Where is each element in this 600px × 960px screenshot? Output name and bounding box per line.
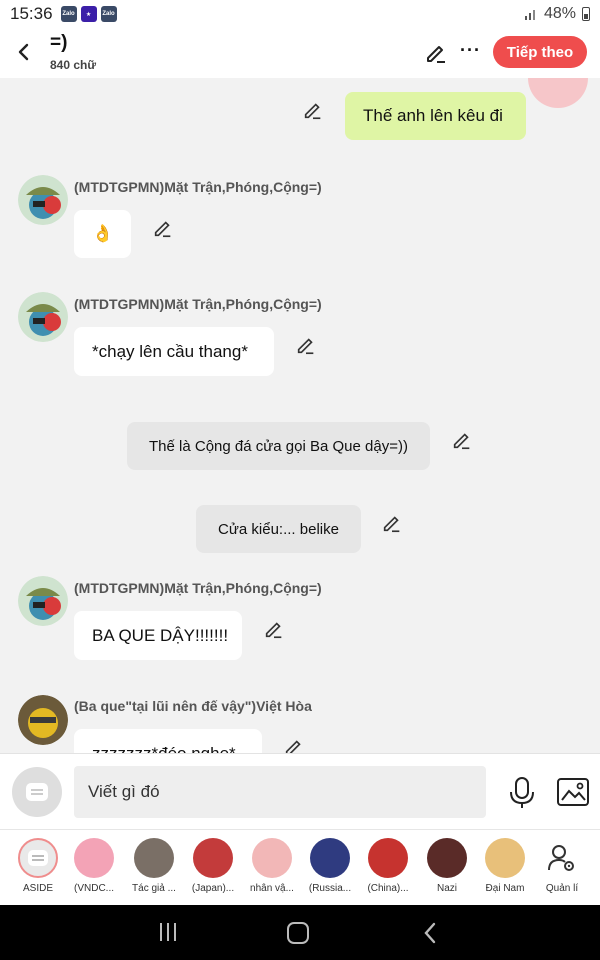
avatar <box>193 838 233 878</box>
back-icon[interactable] <box>420 921 440 945</box>
signal-icon <box>524 10 535 20</box>
character-label: (VNDC... <box>74 883 114 894</box>
composer: Viết gì đó <box>0 753 600 829</box>
edit-message-icon[interactable] <box>302 99 324 121</box>
sender-name: (MTDTGPMN)Mặt Trận,Phóng,Cộng=) <box>74 179 322 195</box>
narration-bubble[interactable]: Thế là Cộng đá cửa gọi Ba Que dậy=)) <box>127 422 430 470</box>
character-label: Nazi <box>436 883 457 894</box>
message-bubble-mine[interactable]: Thế anh lên kêu đi <box>345 92 526 140</box>
avatar <box>368 838 408 878</box>
character-item[interactable]: Đại Nam <box>475 838 535 894</box>
character-label: Tác giả ... <box>132 883 176 894</box>
character-picker-button[interactable] <box>12 767 62 817</box>
manage-characters-button[interactable]: Quản lí <box>532 838 592 894</box>
avatar[interactable] <box>18 175 68 225</box>
edit-message-icon[interactable] <box>283 736 305 753</box>
character-label: ASIDE <box>22 883 53 894</box>
avatar <box>310 838 350 878</box>
sender-name: (Ba que"tại lũi nên đế vậy")Việt Hòa <box>74 698 312 714</box>
message-text: BA QUE DẬY!!!!!!! <box>92 625 229 645</box>
edit-message-icon[interactable] <box>381 512 403 534</box>
character-item[interactable]: (China)... <box>358 838 418 894</box>
manage-users-icon <box>542 838 582 878</box>
status-time: 15:36 <box>10 4 53 23</box>
message-bubble[interactable]: zzzzzzz*đéo nghe* <box>74 729 262 753</box>
message-text: zzzzzzz*đéo nghe* <box>92 743 236 754</box>
sender-name: (MTDTGPMN)Mặt Trận,Phóng,Cộng=) <box>74 296 322 312</box>
narration-text: Thế là Cộng đá cửa gọi Ba Que dậy=)) <box>149 437 408 455</box>
avatar <box>134 838 174 878</box>
recent-apps-icon[interactable] <box>158 923 178 941</box>
edit-message-icon[interactable] <box>295 334 317 356</box>
header: =) 840 chữ ··· Tiếp theo <box>0 28 600 78</box>
chat-area[interactable]: Thế anh lên kêu đi (MTDTGPMN)Mặt Trận,Ph… <box>0 78 600 753</box>
message-text: *chạy lên cầu thang* <box>92 341 248 361</box>
avatar[interactable] <box>18 292 68 342</box>
avatar <box>74 838 114 878</box>
follow-button[interactable]: Tiếp theo <box>493 36 587 68</box>
system-navigation-bar <box>0 905 600 960</box>
narration-text: Cửa kiểu:... belike <box>218 520 339 538</box>
avatar <box>485 838 525 878</box>
battery-percent: 48% <box>543 5 576 22</box>
character-label: Đại Nam <box>485 883 525 894</box>
partial-avatar <box>528 78 588 108</box>
message-icon <box>26 783 48 801</box>
star-app-icon: ★ <box>80 6 97 22</box>
character-aside[interactable]: ASIDE <box>8 838 68 894</box>
message-text: Thế anh lên kêu đi <box>363 106 503 125</box>
aside-icon <box>18 838 58 878</box>
character-item[interactable]: Nazi <box>417 838 477 894</box>
message-text: 👌 <box>92 224 114 243</box>
message-input[interactable]: Viết gì đó <box>74 766 486 818</box>
zalo-icon: Zalo <box>60 6 77 22</box>
avatar <box>252 838 292 878</box>
message-bubble[interactable]: 👌 <box>74 210 131 258</box>
narration-bubble[interactable]: Cửa kiểu:... belike <box>196 505 361 553</box>
message-bubble[interactable]: *chạy lên cầu thang* <box>74 327 274 376</box>
edit-message-icon[interactable] <box>152 217 174 239</box>
home-icon[interactable] <box>287 922 309 944</box>
character-label: (China)... <box>367 883 409 894</box>
character-label: (Russia... <box>308 883 352 894</box>
character-label: (Japan)... <box>191 883 235 894</box>
character-item[interactable]: Tác giả ... <box>124 838 184 894</box>
microphone-icon[interactable] <box>508 776 536 810</box>
avatar[interactable] <box>18 576 68 626</box>
image-icon[interactable] <box>556 776 590 808</box>
word-count: 840 chữ <box>50 58 97 72</box>
character-item[interactable]: nhân vậ... <box>242 838 302 894</box>
edit-message-icon[interactable] <box>451 429 473 451</box>
back-arrow-icon[interactable] <box>12 40 36 64</box>
message-bubble[interactable]: BA QUE DẬY!!!!!!! <box>74 611 242 660</box>
avatar[interactable] <box>18 695 68 745</box>
character-item[interactable]: (Russia... <box>300 838 360 894</box>
character-label: nhân vậ... <box>250 883 294 894</box>
status-bar: 15:36 Zalo ★ Zalo 48% <box>0 0 600 28</box>
sender-name: (MTDTGPMN)Mặt Trận,Phóng,Cộng=) <box>74 580 322 596</box>
battery-icon <box>582 7 590 21</box>
edit-icon[interactable] <box>424 41 448 65</box>
character-item[interactable]: (Japan)... <box>183 838 243 894</box>
story-title: =) <box>50 32 68 53</box>
character-label: Quản lí <box>545 883 579 894</box>
edit-message-icon[interactable] <box>263 618 285 640</box>
character-bar: ASIDE (VNDC... Tác giả ... (Japan)... nh… <box>0 829 600 905</box>
zalo-icon: Zalo <box>100 6 117 22</box>
more-options-button[interactable]: ··· <box>460 40 481 61</box>
avatar <box>427 838 467 878</box>
character-item[interactable]: (VNDC... <box>64 838 124 894</box>
